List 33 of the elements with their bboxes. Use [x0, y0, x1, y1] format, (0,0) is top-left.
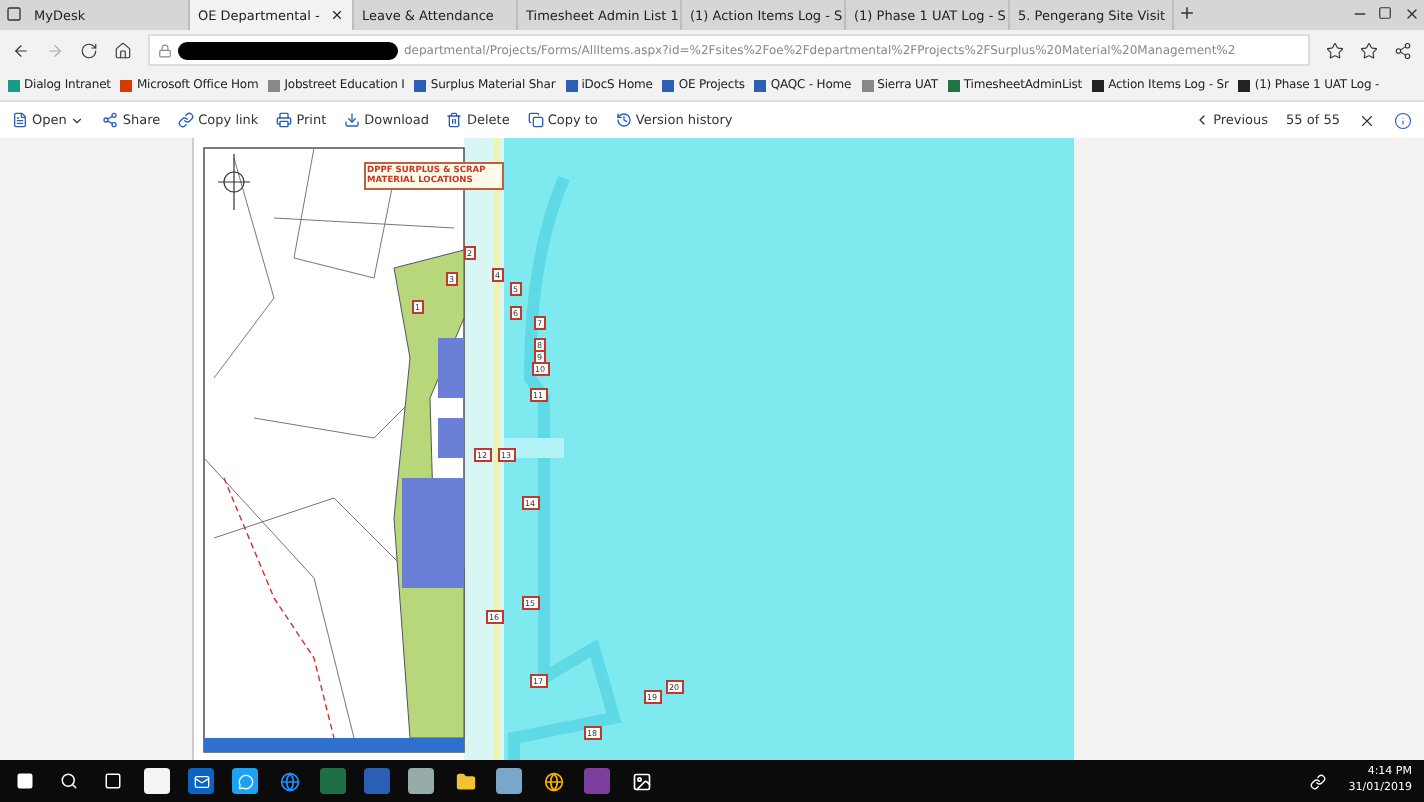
- image-icon[interactable]: [628, 768, 654, 794]
- start-icon[interactable]: [12, 768, 38, 794]
- storage-zone: [437, 338, 463, 398]
- mail-app-icon[interactable]: [188, 768, 214, 794]
- search-icon[interactable]: [56, 768, 82, 794]
- caret-icon: [70, 113, 85, 127]
- lock-icon: [158, 43, 172, 57]
- favorite-icon: [1326, 41, 1344, 59]
- folder-icon[interactable]: [452, 768, 478, 794]
- copy-icon: [527, 112, 544, 128]
- close-tab-icon[interactable]: [330, 8, 344, 22]
- document-icon: [12, 112, 28, 128]
- close-icon: [1358, 111, 1376, 129]
- link-icon: [178, 112, 195, 128]
- back-icon: [12, 41, 30, 59]
- refresh-icon: [80, 41, 98, 59]
- task-view-icon[interactable]: [100, 768, 126, 794]
- download-icon: [344, 112, 361, 128]
- home-icon: [114, 41, 132, 59]
- storage-zone: [401, 478, 463, 588]
- chat-app-icon[interactable]: [232, 768, 258, 794]
- printer-icon: [276, 112, 293, 128]
- storage-zone: [437, 418, 463, 458]
- favorites-list-icon: [1360, 41, 1378, 59]
- info-icon: [1394, 111, 1412, 129]
- share-icon: [102, 112, 119, 128]
- history-icon: [615, 112, 632, 128]
- share-icon: [1394, 41, 1412, 59]
- globe-browser-icon[interactable]: [540, 768, 566, 794]
- compass-icon: [216, 153, 250, 211]
- browser-icon[interactable]: [276, 768, 302, 794]
- trash-icon: [446, 112, 463, 128]
- forward-icon: [46, 41, 64, 59]
